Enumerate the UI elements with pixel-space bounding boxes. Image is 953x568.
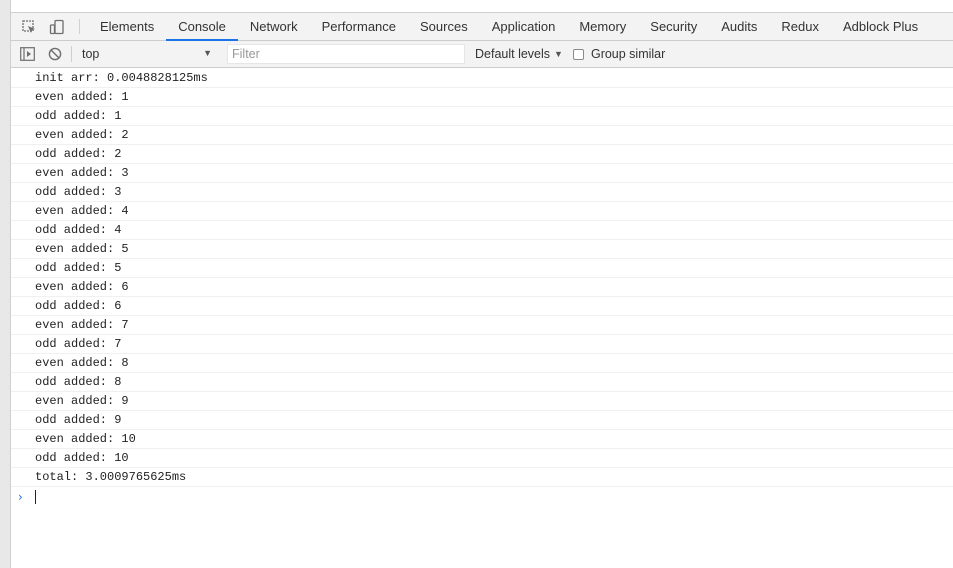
console-message: even added: 8 <box>11 354 953 373</box>
console-prompt[interactable]: › <box>11 487 953 507</box>
console-message: even added: 7 <box>11 316 953 335</box>
console-sidebar-icon[interactable] <box>17 44 37 64</box>
console-message: even added: 6 <box>11 278 953 297</box>
console-message: total: 3.0009765625ms <box>11 468 953 487</box>
dropdown-arrow-icon: ▼ <box>554 49 563 59</box>
console-messages: init arr: 0.0048828125ms even added: 1 odd… <box>11 69 953 487</box>
filter-placeholder: Filter <box>232 47 260 61</box>
console-output: init arr: 0.0048828125ms even added: 1 odd… <box>11 69 953 568</box>
tab-application[interactable]: Application <box>480 13 568 40</box>
tab-network[interactable]: Network <box>238 13 310 40</box>
console-message: odd added: 10 <box>11 449 953 468</box>
console-message: even added: 10 <box>11 430 953 449</box>
tab-performance[interactable]: Performance <box>310 13 408 40</box>
tab-sources[interactable]: Sources <box>408 13 480 40</box>
log-levels-label: Default levels <box>475 47 551 61</box>
tab-security[interactable]: Security <box>638 13 709 40</box>
toolbar-separator <box>71 46 72 62</box>
tab-redux[interactable]: Redux <box>769 13 831 40</box>
prompt-chevron-icon: › <box>18 490 23 504</box>
device-toolbar-icon[interactable] <box>45 13 69 40</box>
tab-console[interactable]: Console <box>166 13 238 41</box>
context-selector-value: top <box>82 47 100 61</box>
clear-console-icon[interactable] <box>45 44 65 64</box>
dropdown-arrow-icon: ▼ <box>203 48 212 58</box>
console-toolbar: top ▼ Filter Default levels ▼ Group simi… <box>11 41 953 68</box>
inspect-element-icon[interactable] <box>17 13 41 40</box>
console-message: odd added: 7 <box>11 335 953 354</box>
tab-adblock-plus[interactable]: Adblock Plus <box>831 13 930 40</box>
filter-input[interactable]: Filter <box>227 44 465 64</box>
group-similar-checkbox[interactable] <box>572 48 584 60</box>
panel-tabs: Elements Console Network Performance Sources… <box>88 13 930 41</box>
console-message: even added: 4 <box>11 202 953 221</box>
console-message: odd added: 2 <box>11 145 953 164</box>
group-similar-toggle[interactable]: Group similar <box>572 47 666 61</box>
left-edge-strip <box>0 0 11 568</box>
text-caret <box>35 490 36 504</box>
console-message: even added: 2 <box>11 126 953 145</box>
console-message: odd added: 3 <box>11 183 953 202</box>
top-edge-strip <box>11 0 953 13</box>
console-message: even added: 1 <box>11 88 953 107</box>
console-message: odd added: 5 <box>11 259 953 278</box>
console-message: odd added: 8 <box>11 373 953 392</box>
console-message: even added: 3 <box>11 164 953 183</box>
console-message: init arr: 0.0048828125ms <box>11 69 953 88</box>
console-message: odd added: 1 <box>11 107 953 126</box>
log-levels-dropdown[interactable]: Default levels ▼ <box>475 47 563 61</box>
console-message: odd added: 6 <box>11 297 953 316</box>
tab-audits[interactable]: Audits <box>709 13 769 40</box>
tabbar-separator <box>79 19 80 34</box>
tab-elements[interactable]: Elements <box>88 13 166 40</box>
console-message: even added: 9 <box>11 392 953 411</box>
tab-memory[interactable]: Memory <box>567 13 638 40</box>
console-message: even added: 5 <box>11 240 953 259</box>
console-message: odd added: 4 <box>11 221 953 240</box>
group-similar-label: Group similar <box>590 47 666 61</box>
devtools-tabbar: Elements Console Network Performance Sources… <box>11 13 953 41</box>
context-selector[interactable]: top ▼ <box>78 44 218 64</box>
console-message: odd added: 9 <box>11 411 953 430</box>
